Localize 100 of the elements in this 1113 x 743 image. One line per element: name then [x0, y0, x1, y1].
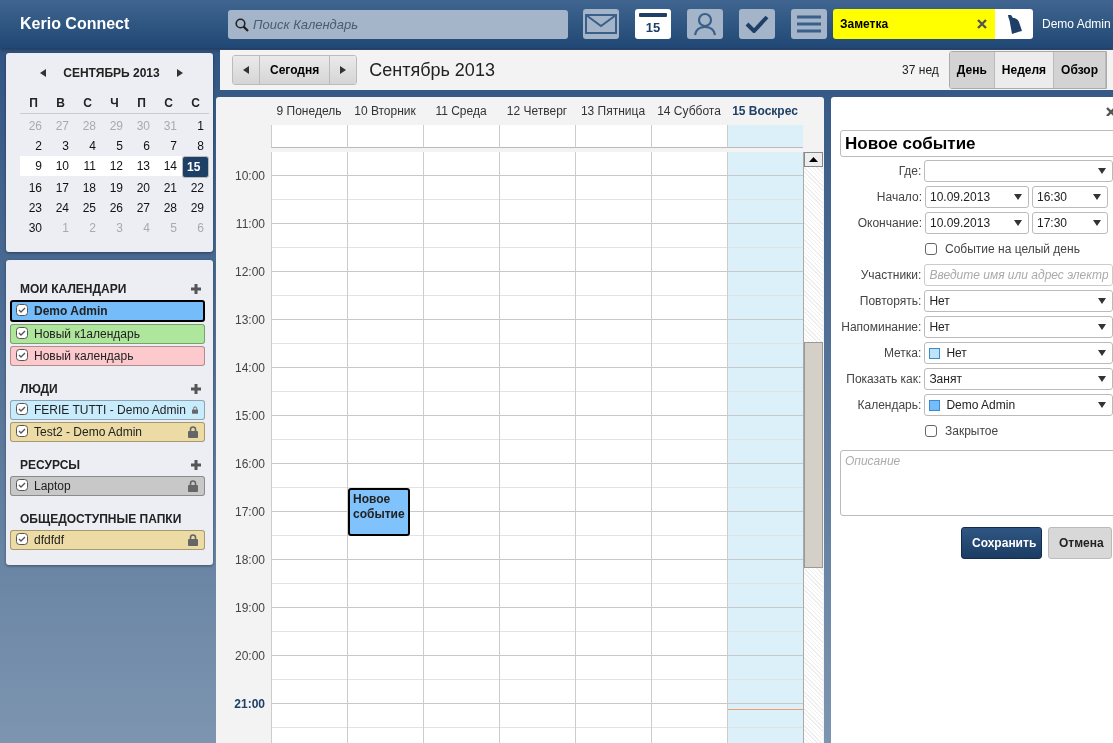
time-field[interactable]: 16:30 — [1032, 186, 1108, 208]
calendar-day[interactable]: 17 — [47, 178, 74, 198]
calendar-day[interactable]: 14 — [155, 156, 182, 176]
calendar-item[interactable]: Laptop — [10, 476, 205, 496]
calendar-day[interactable]: 12 — [101, 156, 128, 176]
calendar-day[interactable]: 11 — [74, 156, 101, 176]
day-column[interactable]: Новое событие — [347, 152, 423, 743]
today-button[interactable]: Сегодня — [260, 56, 331, 84]
close-icon[interactable] — [1106, 107, 1113, 116]
day-header[interactable]: 15 Воскрес — [727, 104, 803, 118]
cancel-button[interactable]: Отмена — [1048, 527, 1112, 559]
checkbox-icon[interactable] — [16, 478, 28, 491]
user-name[interactable]: Demo Admin — [1042, 17, 1111, 31]
calendar-day[interactable]: 26 — [101, 198, 128, 218]
dropdown-field[interactable] — [924, 160, 1113, 182]
calendar-day[interactable]: 27 — [128, 198, 155, 218]
calendar-day[interactable]: 28 — [155, 198, 182, 218]
dropdown-field[interactable]: Нет — [924, 290, 1113, 312]
calendar-day[interactable]: 10 — [47, 156, 74, 176]
calendar-day[interactable]: 4 — [74, 136, 101, 156]
contacts-module-button[interactable] — [687, 9, 723, 39]
calendar-item[interactable]: Новый календарь — [10, 346, 205, 366]
search-field[interactable]: Поиск Календарь — [228, 9, 568, 39]
time-field[interactable]: 17:30 — [1032, 212, 1108, 234]
menu-module-button[interactable] — [791, 9, 827, 39]
calendar-item[interactable]: Новый к1алендарь — [10, 324, 205, 344]
calendar-day[interactable]: 20 — [128, 178, 155, 198]
calendar-day[interactable]: 15 — [182, 156, 209, 178]
checkbox-icon[interactable] — [16, 348, 28, 361]
day-header[interactable]: 14 Суббота — [651, 104, 727, 118]
next-button[interactable] — [330, 56, 357, 84]
participants-field[interactable]: Введите имя или адрес электр — [924, 264, 1113, 286]
calendar-day[interactable]: 7 — [155, 136, 182, 156]
day-header[interactable]: 9 Понедель — [271, 104, 347, 118]
day-header[interactable]: 12 Четверг — [499, 104, 575, 118]
day-header[interactable]: 13 Пятница — [575, 104, 651, 118]
checkbox-icon[interactable] — [16, 402, 28, 415]
view-tab[interactable]: День — [949, 52, 995, 88]
add-icon[interactable] — [191, 460, 201, 470]
calendar-day[interactable]: 13 — [128, 156, 155, 176]
add-icon[interactable] — [191, 384, 201, 394]
save-button[interactable]: Сохранить — [961, 527, 1042, 559]
all-day-cell[interactable] — [575, 125, 651, 148]
day-header[interactable]: 11 Среда — [423, 104, 499, 118]
calendar-item[interactable]: FERIE TUTTI - Demo Admin — [10, 400, 205, 420]
calendar-day[interactable]: 18 — [74, 178, 101, 198]
view-tab[interactable]: Обзор — [1054, 52, 1106, 88]
scroll-up-icon[interactable] — [809, 156, 818, 162]
calendar-day[interactable]: 2 — [20, 136, 47, 156]
calendar-day[interactable]: 21 — [155, 178, 182, 198]
dropdown-field[interactable]: Занят — [924, 368, 1113, 390]
checkbox[interactable] — [925, 425, 937, 437]
all-day-cell[interactable] — [423, 125, 499, 148]
note-field[interactable]: Заметка — [833, 9, 995, 39]
calendar-day[interactable]: 16 — [20, 178, 47, 198]
calendar-day[interactable]: 8 — [182, 136, 209, 156]
dropdown-field[interactable]: Нет — [924, 316, 1113, 338]
all-day-cell[interactable] — [727, 125, 803, 148]
calendar-day[interactable]: 5 — [101, 136, 128, 156]
all-day-cell[interactable] — [347, 125, 423, 148]
all-day-cell[interactable] — [499, 125, 575, 148]
calendar-day[interactable]: 1 — [182, 116, 209, 136]
all-day-cell[interactable] — [271, 125, 347, 148]
calendar-item[interactable]: dfdfdf — [10, 530, 205, 550]
bell-button[interactable] — [995, 9, 1033, 39]
calendar-day[interactable]: 9 — [20, 156, 47, 176]
checkbox-icon[interactable] — [16, 424, 28, 437]
previous-button[interactable] — [233, 56, 260, 84]
calendar-day[interactable]: 30 — [20, 218, 47, 238]
next-month-icon[interactable] — [177, 69, 183, 77]
view-tab[interactable]: Неделя — [994, 52, 1055, 88]
calendar-day[interactable]: 19 — [101, 178, 128, 198]
calendar-item[interactable]: Test2 - Demo Admin — [10, 422, 205, 442]
dropdown-field[interactable]: Demo Admin — [924, 394, 1113, 416]
day-header[interactable]: 10 Вторник — [347, 104, 423, 118]
calendar-day[interactable]: 24 — [47, 198, 74, 218]
calendar-module-button[interactable]: 15 — [635, 9, 671, 39]
mail-module-button[interactable] — [583, 9, 619, 39]
add-icon[interactable] — [191, 284, 201, 294]
description-field[interactable]: Описание — [840, 450, 1113, 516]
calendar-day[interactable]: 6 — [128, 136, 155, 156]
calendar-day[interactable]: 3 — [47, 136, 74, 156]
all-day-cell[interactable] — [651, 125, 727, 148]
calendar-day[interactable]: 29 — [182, 198, 209, 218]
event-title-field[interactable]: Новое событие — [840, 130, 1113, 157]
checkbox-icon[interactable] — [16, 303, 28, 316]
calendar-item[interactable]: Demo Admin — [10, 300, 205, 322]
calendar-day[interactable]: 23 — [20, 198, 47, 218]
scrollbar[interactable] — [803, 152, 823, 743]
calendar-event[interactable]: Новое событие — [348, 488, 410, 536]
checkbox[interactable] — [925, 243, 937, 255]
tasks-module-button[interactable] — [739, 9, 775, 39]
date-field[interactable]: 10.09.2013 — [925, 212, 1029, 234]
calendar-day[interactable]: 25 — [74, 198, 101, 218]
previous-month-icon[interactable] — [40, 69, 46, 77]
checkbox-icon[interactable] — [16, 326, 28, 339]
calendar-day[interactable]: 22 — [182, 178, 209, 198]
clear-icon[interactable] — [977, 19, 987, 29]
checkbox-icon[interactable] — [16, 532, 28, 545]
dropdown-field[interactable]: Нет — [924, 342, 1113, 364]
